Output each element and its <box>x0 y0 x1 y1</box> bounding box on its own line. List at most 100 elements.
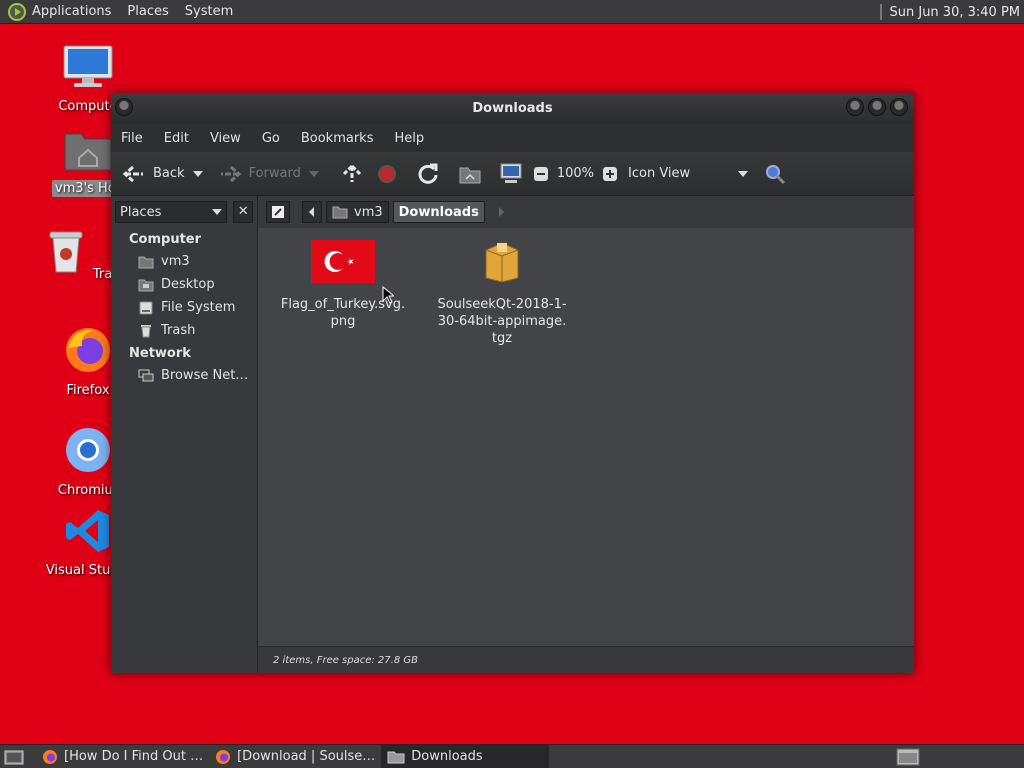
file-name-line: SoulseekQt-2018-1- <box>437 297 567 312</box>
system-menu[interactable]: System <box>185 4 233 19</box>
clock-text: Sun Jun 30, 3:40 PM <box>889 4 1021 20</box>
top-panel-menus: Applications Places System <box>0 0 249 24</box>
home-folder-icon <box>332 206 348 219</box>
computer-icon[interactable] <box>499 163 523 185</box>
file-item-flag[interactable]: Flag_of_Turkey.svg. png <box>278 240 408 330</box>
path-scroll-left-button[interactable] <box>302 201 322 223</box>
back-history-dropdown-icon[interactable] <box>192 170 203 177</box>
sidebar-item-trash[interactable]: Trash <box>111 319 257 342</box>
file-name-line: tgz <box>491 331 513 346</box>
sidebar-heading-computer: Computer <box>129 232 202 247</box>
search-icon[interactable] <box>764 163 786 185</box>
sidebar-item-browse-network[interactable]: Browse Net… <box>111 364 257 387</box>
zoom-level[interactable]: 100% <box>557 166 594 181</box>
chevron-down-icon <box>212 209 223 215</box>
reload-icon[interactable] <box>417 163 439 185</box>
chevron-right-icon[interactable] <box>498 207 505 217</box>
view-mode-select[interactable]: Icon View <box>628 166 738 181</box>
sidebar-header: Places ✕ <box>111 196 257 228</box>
edit-icon <box>272 206 284 218</box>
menu-file[interactable]: File <box>121 131 143 146</box>
sidebar-item-label: vm3 <box>161 254 190 269</box>
sidebar-heading-network: Network <box>129 346 191 361</box>
firefox-icon <box>216 749 231 764</box>
clock[interactable]: Sun Jun 30, 3:40 PM <box>879 0 1021 24</box>
applications-menu[interactable]: Applications <box>32 4 111 19</box>
taskbar-item-firefox-2[interactable]: [Download | Soulse… <box>209 745 381 768</box>
forward-button[interactable]: Forward <box>217 164 301 184</box>
menu-view[interactable]: View <box>210 131 241 146</box>
sidebar-item-vm3[interactable]: vm3 <box>111 250 257 273</box>
sidebar-item-label: File System <box>161 300 236 315</box>
zoom-out-icon[interactable] <box>533 166 549 182</box>
close-icon[interactable] <box>890 98 908 116</box>
home-folder-icon <box>138 256 154 268</box>
view-mode-dropdown-icon[interactable] <box>738 170 749 177</box>
taskbar-item-firefox-1[interactable]: [How Do I Find Out … <box>36 745 209 768</box>
back-label: Back <box>153 166 185 181</box>
bottom-panel: [How Do I Find Out … [Download | Soulse…… <box>0 744 1024 768</box>
file-name-line: 30-64bit-appimage. <box>437 314 567 329</box>
taskbar-item-label: [Download | Soulse… <box>237 749 376 764</box>
menubar: File Edit View Go Bookmarks Help <box>111 124 914 152</box>
mate-logo-icon[interactable] <box>8 2 26 21</box>
maximize-icon[interactable] <box>868 98 886 116</box>
sidebar-item-desktop[interactable]: Desktop <box>111 273 257 296</box>
menu-edit[interactable]: Edit <box>164 131 189 146</box>
image-file-icon <box>311 240 375 283</box>
taskbar-item-label: [How Do I Find Out … <box>64 749 204 764</box>
window-titlebar[interactable]: Downloads <box>111 93 914 124</box>
toggle-location-entry-button[interactable] <box>266 201 290 223</box>
file-icon-view[interactable]: Flag_of_Turkey.svg. png SoulseekQt-2018-… <box>258 228 914 646</box>
file-name-line: png <box>330 314 356 329</box>
places-selector[interactable]: Places <box>115 201 228 223</box>
sidebar-item-file-system[interactable]: File System <box>111 296 257 319</box>
stop-icon[interactable] <box>377 164 397 184</box>
toolbar: Back Forward 100% Icon View <box>111 152 914 196</box>
desktop-icon-label: Firefox <box>66 383 110 398</box>
forward-arrow-icon <box>220 165 241 182</box>
sidebar-item-label: Desktop <box>161 277 215 292</box>
path-bar: vm3 Downloads <box>258 196 914 228</box>
taskbar-item-label: Downloads <box>411 749 483 764</box>
places-menu[interactable]: Places <box>127 4 168 19</box>
network-icon <box>138 369 154 381</box>
desktop-folder-icon <box>138 279 154 291</box>
firefox-icon <box>66 328 110 372</box>
window-body: Places ✕ Computer vm3 Desktop File Syste… <box>111 196 914 673</box>
crumb-label: Downloads <box>398 204 479 220</box>
panel-separator <box>879 4 882 20</box>
forward-label: Forward <box>248 166 301 181</box>
zoom-in-icon[interactable] <box>602 166 618 182</box>
up-arrow-icon[interactable] <box>341 163 363 185</box>
sidebar-item-label: Trash <box>161 323 196 338</box>
home-folder-icon <box>64 133 112 171</box>
show-desktop-button[interactable] <box>0 745 36 768</box>
window-menu-icon[interactable] <box>115 98 133 116</box>
home-icon[interactable] <box>459 164 481 184</box>
menu-go[interactable]: Go <box>262 131 280 146</box>
drive-icon <box>139 301 153 314</box>
archive-file-icon <box>485 242 519 283</box>
crumb-downloads[interactable]: Downloads <box>392 201 485 223</box>
menu-bookmarks[interactable]: Bookmarks <box>301 131 374 146</box>
chevron-left-icon <box>309 207 314 217</box>
places-selector-label: Places <box>120 204 162 220</box>
sidebar-close-button[interactable]: ✕ <box>233 201 253 223</box>
file-item-soulseek[interactable]: SoulseekQt-2018-1- 30-64bit-appimage. tg… <box>437 240 567 347</box>
computer-icon <box>63 45 113 87</box>
crumb-vm3[interactable]: vm3 <box>326 201 389 223</box>
forward-history-dropdown-icon[interactable] <box>308 170 319 177</box>
trash-icon <box>49 231 83 273</box>
sidebar-item-label: Browse Net… <box>161 368 249 383</box>
back-button[interactable]: Back <box>121 164 185 184</box>
status-bar: 2 items, Free space: 27.8 GB <box>258 646 914 673</box>
view-mode-label: Icon View <box>628 166 691 181</box>
workspace-switcher-icon[interactable] <box>896 748 920 766</box>
top-panel: Applications Places System Sun Jun 30, 3… <box>0 0 1024 24</box>
taskbar-item-downloads[interactable]: Downloads <box>381 744 550 768</box>
minimize-icon[interactable] <box>846 98 864 116</box>
show-desktop-icon <box>4 750 24 764</box>
menu-help[interactable]: Help <box>394 131 424 146</box>
main-pane: vm3 Downloads Flag_of_Turkey.svg. png So… <box>258 196 914 673</box>
